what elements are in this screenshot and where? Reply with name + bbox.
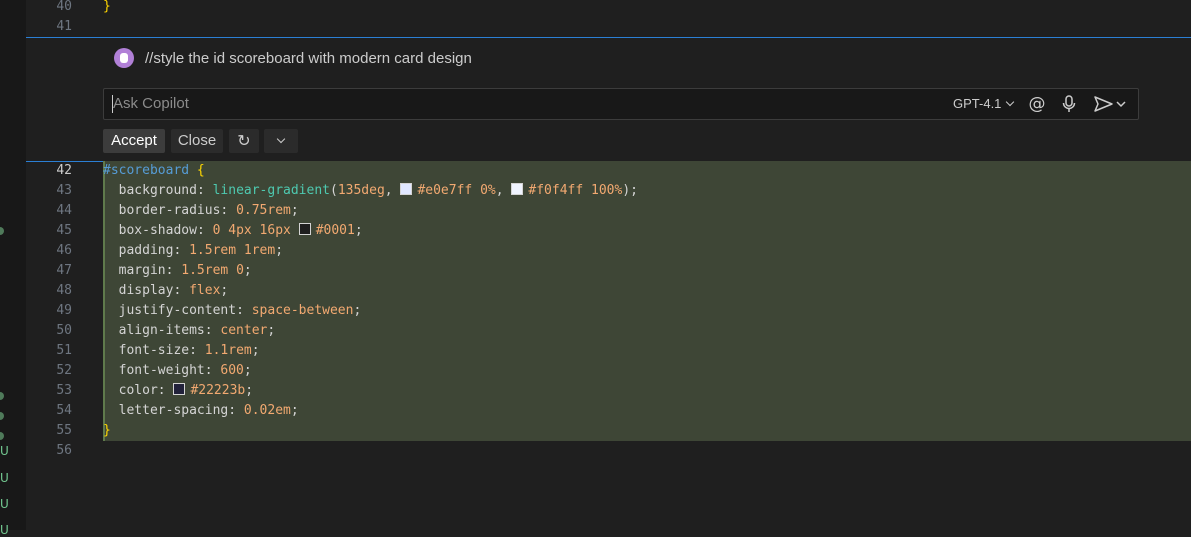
code-line[interactable]: align-items: center; (103, 321, 276, 341)
color-swatch[interactable] (298, 223, 311, 235)
model-picker[interactable]: GPT-4.1 (953, 96, 1015, 111)
gutter-marker-dot (0, 432, 4, 440)
line-number: 48 (56, 283, 72, 298)
css-function: linear-gradient (212, 183, 330, 198)
code-line[interactable]: font-weight: 600; (103, 361, 252, 381)
send-icon[interactable] (1091, 93, 1131, 115)
line-number: 54 (56, 403, 72, 418)
line-number: 49 (56, 303, 72, 318)
code-line[interactable]: justify-content: space-between; (103, 301, 362, 321)
gutter-marker-dot (0, 227, 4, 235)
css-property: padding (118, 243, 174, 258)
line-number: 50 (56, 323, 72, 338)
untracked-marker: U (0, 523, 9, 537)
css-value: 0 4px 16px (212, 223, 291, 238)
chevron-down-icon (1006, 97, 1015, 107)
code-line[interactable]: background: linear-gradient(135deg, #e0e… (103, 181, 638, 201)
chat-prompt: //style the id scoreboard with modern ca… (145, 50, 472, 67)
css-property: box-shadow (118, 223, 197, 238)
gutter-marker-dot (0, 392, 4, 400)
untracked-marker: U (0, 497, 9, 511)
line-number: 53 (56, 383, 72, 398)
css-value: flex (189, 283, 221, 298)
css-value: 0% (480, 183, 496, 198)
css-value: 1.1rem (204, 343, 252, 358)
ask-copilot-input[interactable]: Ask Copilot GPT-4.1 @ (103, 88, 1139, 120)
code-line[interactable]: margin: 1.5rem 0; (103, 261, 252, 281)
gutter-marker-dot (0, 412, 4, 420)
code-line[interactable]: box-shadow: 0 4px 16px #0001; (103, 221, 363, 241)
close-brace: } (103, 423, 111, 438)
css-value: space-between (251, 303, 354, 318)
code-line[interactable]: display: flex; (103, 281, 229, 301)
css-value: #0001 (315, 223, 355, 238)
code-line[interactable]: } (103, 421, 111, 441)
code-line[interactable]: } (103, 0, 111, 17)
rerun-icon[interactable]: ↻ (229, 129, 259, 153)
code-line[interactable]: font-size: 1.1rem; (103, 341, 260, 361)
css-property: color (118, 383, 158, 398)
line-number: 40 (56, 0, 72, 14)
css-value: 100% (591, 183, 623, 198)
code-line[interactable]: color: #22223b; (103, 381, 253, 401)
line-number: 52 (56, 363, 72, 378)
css-property: letter-spacing (118, 403, 229, 418)
css-property: align-items (118, 323, 205, 338)
inline-chat-widget: //style the id scoreboard with modern ca… (26, 37, 1191, 162)
color-swatch[interactable] (400, 183, 413, 195)
accept-button[interactable]: Accept (103, 129, 165, 153)
line-number: 51 (56, 343, 72, 358)
css-value: 135deg (337, 183, 385, 198)
css-value: #e0e7ff (417, 183, 473, 198)
line-number: 44 (56, 203, 72, 218)
css-value: 600 (220, 363, 244, 378)
css-property: background (118, 183, 197, 198)
css-value: 1.5rem 0 (181, 263, 244, 278)
css-value: 1.5rem 1rem (189, 243, 276, 258)
untracked-marker: U (0, 444, 9, 458)
close-button[interactable]: Close (171, 129, 223, 153)
untracked-marker: U (0, 471, 9, 485)
color-swatch[interactable] (511, 183, 524, 195)
css-property: margin (118, 263, 166, 278)
css-property: border-radius (118, 203, 221, 218)
line-number: 45 (56, 223, 72, 238)
line-number: 41 (56, 19, 72, 34)
css-value: 0.75rem (236, 203, 291, 218)
css-property: display (118, 283, 174, 298)
css-property: justify-content (118, 303, 237, 318)
code-line[interactable]: padding: 1.5rem 1rem; (103, 241, 283, 261)
css-value: center (220, 323, 268, 338)
line-number: 55 (56, 423, 72, 438)
line-number: 47 (56, 263, 72, 278)
css-value: #22223b (190, 383, 246, 398)
code-line[interactable]: letter-spacing: 0.02em; (103, 401, 299, 421)
activity-bar: U U U U (0, 0, 26, 537)
copilot-avatar (114, 48, 134, 68)
model-label: GPT-4.1 (953, 96, 1002, 111)
code-line[interactable]: border-radius: 0.75rem; (103, 201, 299, 221)
color-swatch[interactable] (173, 383, 186, 395)
line-number: 42 (56, 163, 72, 178)
input-placeholder: Ask Copilot (113, 95, 189, 112)
line-number: 43 (56, 183, 72, 198)
css-value: #f0f4ff (528, 183, 584, 198)
at-icon[interactable]: @ (1026, 93, 1048, 115)
microphone-icon[interactable] (1058, 93, 1080, 115)
css-property: font-size (118, 343, 190, 358)
chevron-down-icon[interactable] (264, 129, 298, 153)
css-value: 0.02em (243, 403, 291, 418)
code-line[interactable]: #scoreboard { (103, 161, 205, 181)
css-selector: #scoreboard (103, 163, 190, 178)
css-property: font-weight (118, 363, 205, 378)
line-number: 46 (56, 243, 72, 258)
open-brace: { (196, 163, 205, 178)
line-number: 56 (56, 443, 72, 458)
